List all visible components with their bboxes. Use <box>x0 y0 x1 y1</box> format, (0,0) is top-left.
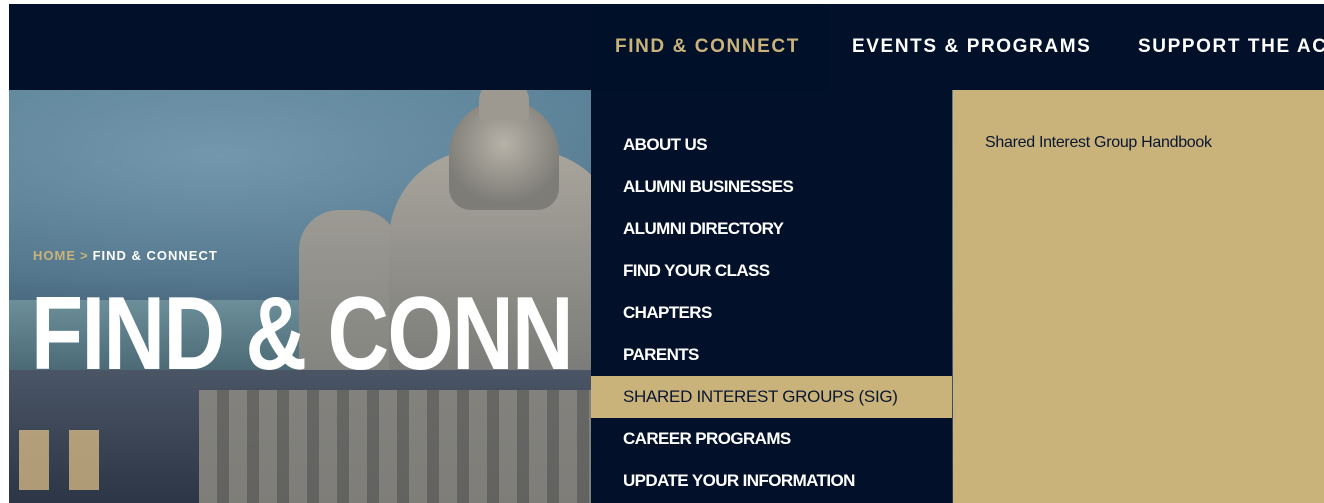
breadcrumb-current: FIND & CONNECT <box>92 248 218 263</box>
menu-item-alumni-businesses[interactable]: ALUMNI BUSINESSES <box>591 166 952 208</box>
submenu-link-sig-handbook[interactable]: Shared Interest Group Handbook <box>985 134 1212 152</box>
nav-find-and-connect[interactable]: FIND & CONNECT <box>591 4 829 90</box>
breadcrumb-separator: > <box>80 248 89 263</box>
menu-item-shared-interest-groups[interactable]: SHARED INTEREST GROUPS (SIG) <box>591 376 952 418</box>
menu-item-update-your-information[interactable]: UPDATE YOUR INFORMATION <box>591 460 952 502</box>
breadcrumb-home-link[interactable]: HOME <box>33 248 76 263</box>
hero-window <box>19 430 49 490</box>
browser-viewport: FIND & CONNECT EVENTS & PROGRAMS SUPPORT… <box>9 4 1324 503</box>
menu-item-chapters[interactable]: CHAPTERS <box>591 292 952 334</box>
top-navigation-bar: FIND & CONNECT EVENTS & PROGRAMS SUPPORT… <box>9 4 1324 90</box>
menu-item-parents[interactable]: PARENTS <box>591 334 952 376</box>
menu-item-about-us[interactable]: ABOUT US <box>591 124 952 166</box>
hero-spire <box>479 90 529 120</box>
dropdown-menu-list: ABOUT US ALUMNI BUSINESSES ALUMNI DIRECT… <box>591 90 952 503</box>
page-title: FIND & CONN <box>31 276 574 392</box>
menu-item-career-programs[interactable]: CAREER PROGRAMS <box>591 418 952 460</box>
find-connect-dropdown-menu: ABOUT US ALUMNI BUSINESSES ALUMNI DIRECT… <box>591 90 1324 503</box>
breadcrumb: HOME > FIND & CONNECT <box>33 248 218 263</box>
nav-events-and-programs[interactable]: EVENTS & PROGRAMS <box>852 4 1091 90</box>
hero-window <box>69 430 99 490</box>
menu-item-find-your-class[interactable]: FIND YOUR CLASS <box>591 250 952 292</box>
menu-item-alumni-directory[interactable]: ALUMNI DIRECTORY <box>591 208 952 250</box>
hero-colonnade <box>199 390 619 503</box>
nav-support-the-ac[interactable]: SUPPORT THE AC <box>1138 4 1324 90</box>
dropdown-submenu-panel: Shared Interest Group Handbook <box>953 90 1324 503</box>
